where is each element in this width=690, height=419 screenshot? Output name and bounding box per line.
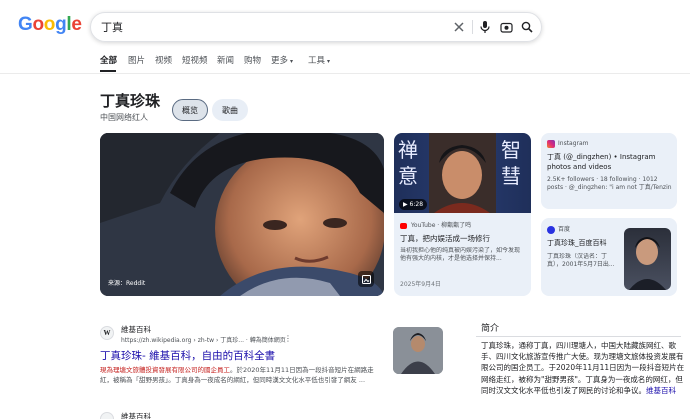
tab-more-label: 更多 [271,56,289,66]
search-tabs: 全部 图片 视频 短视频 新闻 购物 更多 ▾ 工具 ▾ [0,54,690,74]
logo-letter: o [32,14,44,35]
chip-overview[interactable]: 概览 [172,99,208,121]
logo-letter: G [18,14,33,35]
baidu-title[interactable]: 丁真珍珠_百度百科 [547,239,622,249]
baidu-icon [547,226,555,234]
image-source: 来源：Reddit [108,280,146,287]
instagram-card[interactable]: Instagram 丁真 (@_dingzhen) • Instagram ph… [541,133,677,209]
logo-letter: o [43,14,56,35]
thumb-text-left-2: 意 [398,164,418,188]
result-thumbnail[interactable] [393,327,443,374]
result-url[interactable]: https://zh.wikipedia.org › zh-tw › 丁真珍..… [121,335,286,344]
tab-tools-label: 工具 [308,56,326,66]
more-options-icon[interactable]: ⋮ [284,334,292,343]
tab-images[interactable]: 图片 [128,54,145,66]
wikipedia-favicon: W [100,326,114,340]
search-box[interactable]: 丁真 [90,12,542,42]
baidu-source: 百度 [558,226,571,233]
video-source: YouTube · 柳甑甑了鸣 [411,222,472,229]
microphone-icon[interactable] [477,19,493,35]
active-tab-indicator [100,70,116,72]
tab-videos[interactable]: 视频 [155,54,172,66]
entity-subtitle: 中国网络红人 [100,113,148,122]
intro-source-link[interactable]: 维基百科 [646,386,676,395]
main-image[interactable]: 来源：Reddit [100,133,384,296]
chip-songs[interactable]: 歌曲 [212,99,248,121]
wikipedia-favicon-2 [100,412,114,419]
intro-text: 丁真珍珠，通称丁真，四川理塘人，中国大陆藏族网红、歌手、四川文化旅游宣传推广大使… [481,340,685,396]
baidu-thumbnail [624,228,671,290]
google-logo[interactable]: Google [18,14,82,36]
result-thumbnail-illustration [393,327,443,374]
header-divider [0,73,690,74]
portrait-illustration [100,133,384,296]
search-icon[interactable] [519,19,535,35]
result-snippet: 現為理塘文旅體投資發展有限公司的國企員工。於2020年11月11日因為一段抖音短… [100,365,382,385]
chevron-down-icon: ▾ [327,58,331,65]
logo-letter: e [71,14,82,35]
search-input[interactable]: 丁真 [101,19,123,35]
result-snippet-highlight: 現為理塘文旅體投資發展有限公司的國企員工 [100,366,230,374]
instagram-meta: 2.5K+ followers · 18 following · 1012 po… [547,176,672,191]
tab-shopping[interactable]: 购物 [244,54,261,66]
thumb-text-right-2: 彗 [501,164,521,188]
tab-short-videos[interactable]: 短视频 [182,54,208,66]
instagram-title[interactable]: 丁真 (@_dingzhen) • Instagram photos and v… [547,153,673,172]
camera-lens-icon[interactable] [498,19,514,35]
tab-news[interactable]: 新闻 [217,54,234,66]
image-expand-icon[interactable] [358,271,374,287]
chevron-down-icon: ▾ [290,58,294,65]
video-card[interactable]: 禅 意 智 彗 ▶ 6:28 YouTube · 柳甑甑了鸣 丁真，把内娱活成一… [394,133,531,296]
baidu-portrait-illustration [629,237,666,290]
video-title[interactable]: 丁真，把内娱活成一场修行 [400,234,490,244]
video-duration-text: 6:28 [409,201,424,208]
entity-title: 丁真珍珠 [100,92,161,110]
result-title-link[interactable]: 丁真珍珠- 維基百科，自由的百科全書 [100,348,275,363]
tab-tools[interactable]: 工具 ▾ [308,54,330,66]
baidu-card[interactable]: 百度 丁真珍珠_百度百科 丁真珍珠（汉语名：丁真），2001年5月7日出... [541,218,677,296]
baidu-snippet: 丁真珍珠（汉语名：丁真），2001年5月7日出... [547,253,615,268]
video-thumbnail[interactable]: 禅 意 智 彗 ▶ 6:28 [394,133,531,213]
instagram-source: Instagram [558,140,589,147]
search-divider [472,20,473,34]
intro-divider [476,336,681,337]
thumb-text-left-1: 禅 [398,138,418,162]
video-duration: ▶ 6:28 [399,199,428,210]
intro-heading: 简介 [481,324,500,334]
result-site-name[interactable]: 維基百科 [121,324,151,335]
clear-icon[interactable] [451,19,467,35]
instagram-icon [547,140,555,148]
youtube-icon [400,223,407,229]
tab-more[interactable]: 更多 ▾ [271,54,293,66]
logo-letter: g [55,14,67,35]
video-date: 2025年9月4日 [400,281,441,288]
result2-site-name[interactable]: 維基百科 [121,411,151,419]
video-snippet: 当初我担心他的纯真被内娱污染了，如今发现他有强大的内核，才是他选择并保持... [400,247,521,262]
tab-all[interactable]: 全部 [100,54,117,66]
thumb-text-right-1: 智 [501,138,521,162]
